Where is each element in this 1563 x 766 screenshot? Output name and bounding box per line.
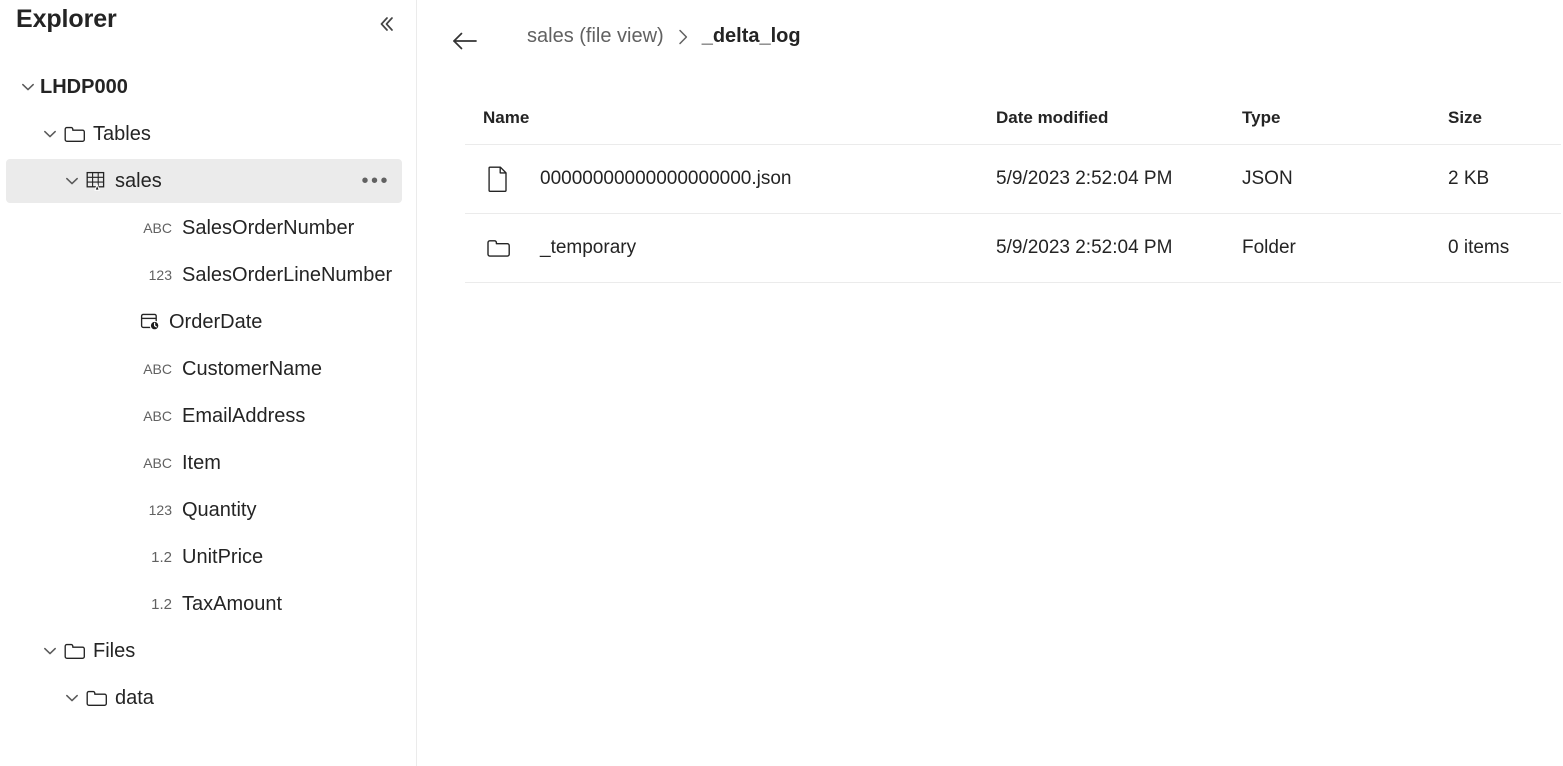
tree-item-quantity[interactable]: 123 Quantity [6, 488, 402, 532]
column-type-icon-integer: 123 [148, 502, 172, 518]
folder-icon [84, 686, 110, 710]
tree-item-label: UnitPrice [182, 545, 264, 568]
chevron-double-left-icon[interactable] [368, 8, 402, 40]
date-time-icon [138, 310, 164, 334]
cell-type: Folder [1242, 237, 1296, 258]
breadcrumb: sales (file view) _delta_log [527, 25, 801, 48]
column-header-date-modified[interactable]: Date modified [996, 96, 1108, 144]
folder-icon [485, 214, 529, 282]
cell-name: _temporary [540, 237, 637, 258]
tree-chevron-spacer [114, 498, 138, 522]
tree-item-label: data [115, 686, 154, 709]
table-body: 00000000000000000000.json 5/9/2023 2:52:0… [465, 145, 1561, 283]
tree-item-unitprice[interactable]: 1.2 UnitPrice [6, 535, 402, 579]
cell-name: 00000000000000000000.json [540, 168, 792, 189]
tree-chevron-spacer [114, 310, 138, 334]
tree-chevron-spacer [114, 592, 138, 616]
column-header-size[interactable]: Size [1448, 96, 1482, 144]
tree-chevron-spacer [114, 451, 138, 475]
tree-item-label: EmailAddress [182, 404, 306, 427]
cell-size: 0 items [1448, 237, 1510, 258]
chevron-down-icon[interactable] [60, 686, 84, 710]
table-row[interactable]: _temporary 5/9/2023 2:52:04 PM Folder 0 ite… [465, 214, 1561, 283]
chevron-down-icon[interactable] [38, 639, 62, 663]
tree-item-data[interactable]: data [6, 676, 402, 720]
chevron-down-icon[interactable] [60, 169, 84, 193]
column-type-icon-string: ABC [143, 408, 172, 424]
chevron-down-icon[interactable] [38, 122, 62, 146]
tree-item-label: sales [115, 169, 162, 192]
column-header-type[interactable]: Type [1242, 96, 1280, 144]
tree-item-item[interactable]: ABC Item [6, 441, 402, 485]
tree-item-label: Item [182, 451, 221, 474]
tree-item-salesordernumber[interactable]: ABC SalesOrderNumber [6, 206, 402, 250]
tree-item-lhdp000[interactable]: LHDP000 [6, 65, 402, 109]
more-options-icon[interactable]: ••• [361, 171, 390, 191]
file-browser-pane: sales (file view) _delta_log Name Date mo… [417, 0, 1563, 766]
tree-item-sales[interactable]: sales ••• [6, 159, 402, 203]
breadcrumb-bar: sales (file view) _delta_log [417, 0, 1563, 80]
tree-item-label: OrderDate [169, 310, 263, 333]
breadcrumb-current: _delta_log [701, 25, 801, 47]
tree-chevron-spacer [114, 216, 138, 240]
tree-chevron-spacer [114, 357, 138, 381]
tree-item-label: TaxAmount [182, 592, 283, 615]
table-row[interactable]: 00000000000000000000.json 5/9/2023 2:52:0… [465, 145, 1561, 214]
column-type-icon-decimal: 1.2 [151, 548, 172, 566]
table-header-row: Name Date modified Type Size [465, 96, 1561, 145]
tree-item-salesorderlinenumber[interactable]: 123 SalesOrderLineNumber [6, 253, 402, 297]
tree-item-emailaddress[interactable]: ABC EmailAddress [6, 394, 402, 438]
back-button[interactable] [447, 24, 483, 58]
delta-table-icon [84, 169, 110, 193]
column-type-icon-integer: 123 [148, 267, 172, 283]
breadcrumb-link[interactable]: sales (file view) [527, 25, 664, 48]
tree-item-label: SalesOrderLineNumber [182, 263, 393, 286]
tree-item-label: SalesOrderNumber [182, 216, 355, 239]
tree-item-orderdate[interactable]: OrderDate [6, 300, 402, 344]
tree-item-label: LHDP000 [40, 75, 128, 98]
cell-type: JSON [1242, 168, 1293, 189]
cell-date-modified: 5/9/2023 2:52:04 PM [996, 237, 1173, 258]
column-type-icon-string: ABC [143, 361, 172, 377]
column-header-name[interactable]: Name [483, 96, 529, 144]
tree-item-tables[interactable]: Tables [6, 112, 402, 156]
tree-chevron-spacer [114, 545, 138, 569]
tree-item-label: Tables [93, 122, 151, 145]
tree-item-label: Files [93, 639, 136, 662]
cell-size: 2 KB [1448, 168, 1490, 189]
tree-item-label: CustomerName [182, 357, 323, 380]
folder-icon [62, 122, 88, 146]
column-type-icon-string: ABC [143, 455, 172, 471]
tree-chevron-spacer [114, 263, 138, 287]
folder-icon [62, 639, 88, 663]
file-list-table: Name Date modified Type Size 00000000000… [465, 96, 1561, 283]
column-type-icon-decimal: 1.2 [151, 595, 172, 613]
tree-item-files[interactable]: Files [6, 629, 402, 673]
tree-item-taxamount[interactable]: 1.2 TaxAmount [6, 582, 402, 626]
chevron-right-small-icon [675, 26, 691, 48]
tree-chevron-spacer [114, 404, 138, 428]
page-title: Explorer [16, 5, 117, 33]
explorer-app: Explorer LHDP000 Tables sales ••• ABC SalesOr… [0, 0, 1563, 766]
chevron-down-icon[interactable] [16, 75, 40, 99]
explorer-sidebar: Explorer LHDP000 Tables sales ••• ABC SalesOr… [0, 0, 417, 766]
cell-date-modified: 5/9/2023 2:52:04 PM [996, 168, 1173, 189]
tree-item-customername[interactable]: ABC CustomerName [6, 347, 402, 391]
column-type-icon-string: ABC [143, 220, 172, 236]
file-json-icon [485, 145, 529, 213]
tree-item-label: Quantity [182, 498, 257, 521]
object-tree: LHDP000 Tables sales ••• ABC SalesOrderNumber… [0, 62, 416, 723]
sidebar-header: Explorer [0, 0, 416, 48]
